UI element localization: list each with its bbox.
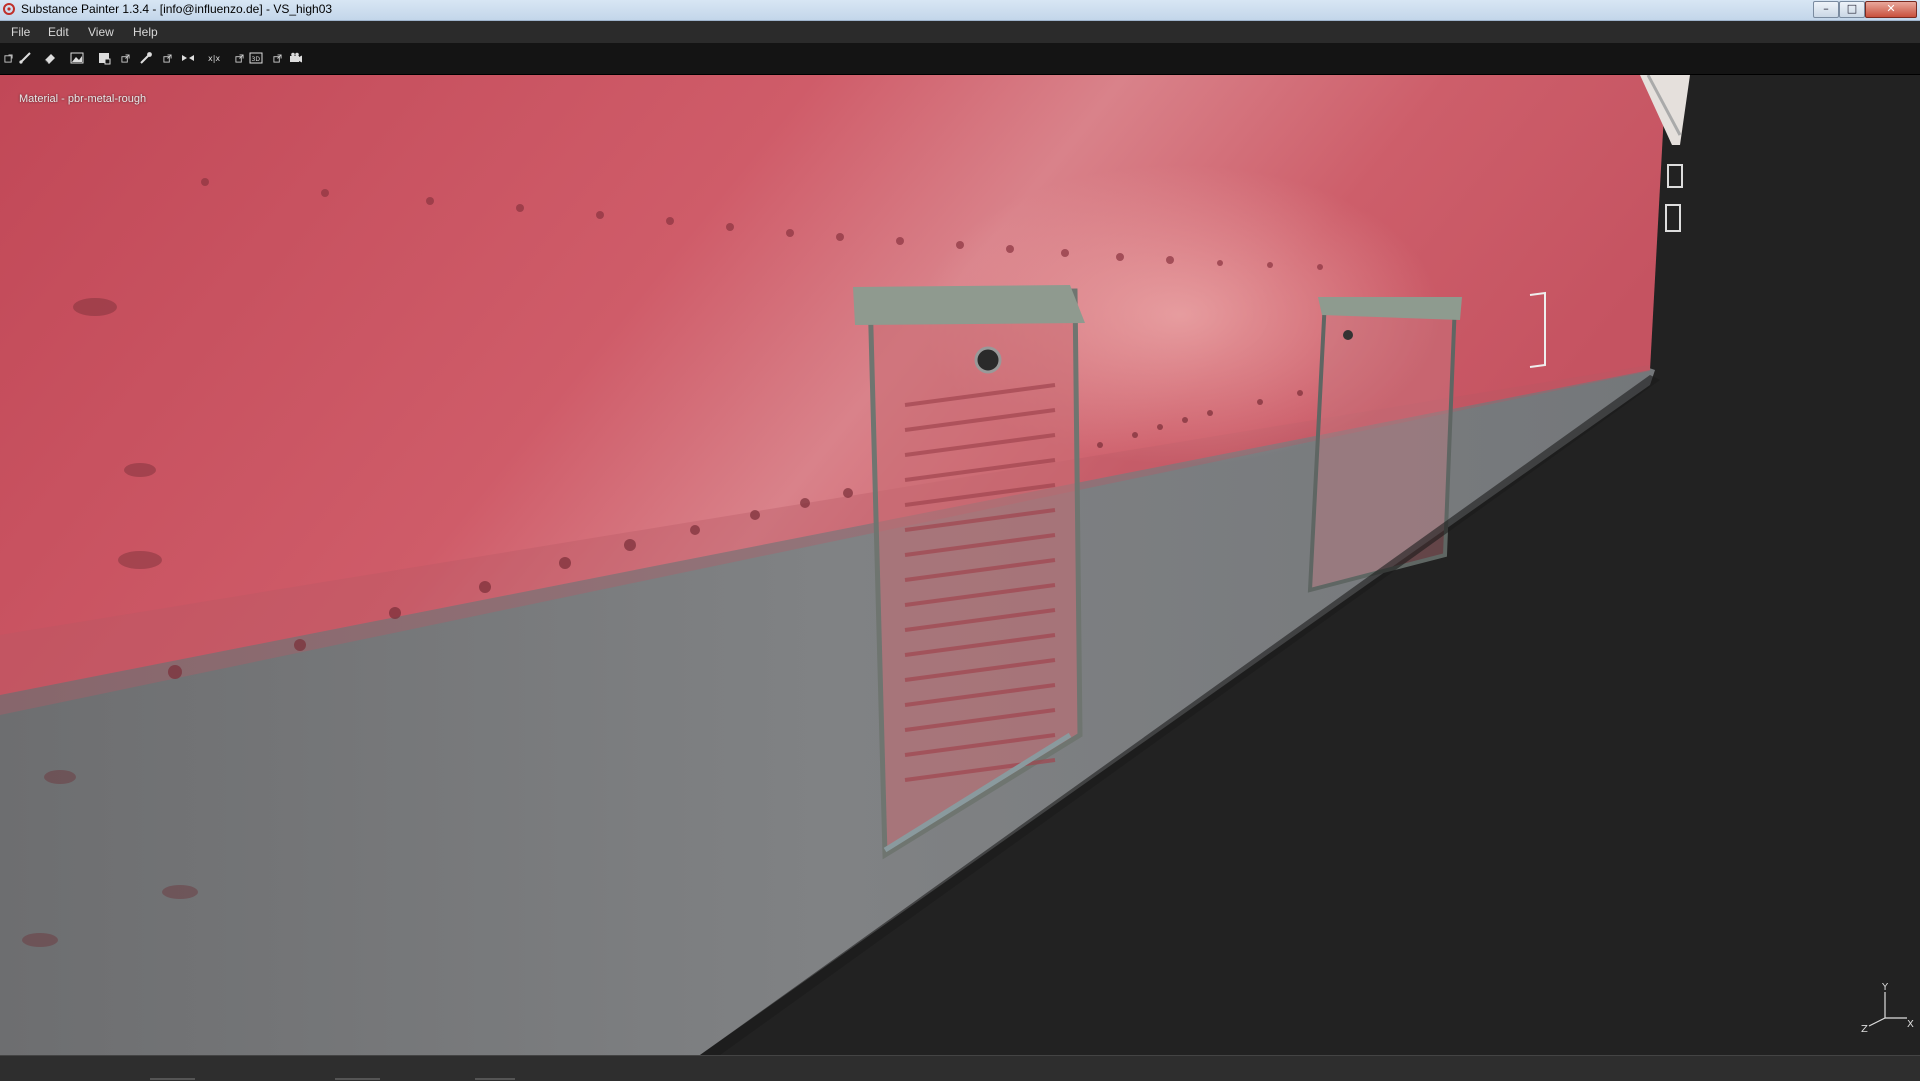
mirror-x-icon[interactable]: x|x: [206, 49, 224, 67]
maximize-button[interactable]: □: [1839, 1, 1865, 18]
view-3d-icon[interactable]: 3D: [247, 49, 265, 67]
window-title: Substance Painter 1.3.4 - [info@influenz…: [21, 2, 333, 16]
minimize-button[interactable]: –: [1813, 1, 1839, 18]
brush-icon[interactable]: [16, 49, 34, 67]
menu-view[interactable]: View: [88, 25, 114, 39]
menu-edit[interactable]: Edit: [48, 25, 69, 39]
material-mode-label: Material - pbr-metal-rough: [19, 93, 147, 105]
menu-file[interactable]: File: [11, 25, 30, 39]
close-button[interactable]: ✕: [1865, 1, 1917, 18]
axis-y-label: Y: [1881, 982, 1889, 993]
svg-text:3D: 3D: [252, 56, 261, 63]
color-picker-icon[interactable]: [137, 49, 155, 67]
eraser-icon[interactable]: [41, 49, 59, 67]
projection-icon[interactable]: [68, 49, 86, 67]
new-layer-icon[interactable]: [3, 49, 13, 67]
symmetry-icon[interactable]: [179, 49, 197, 67]
popout-icon[interactable]: [162, 49, 172, 67]
popout-icon[interactable]: [272, 49, 282, 67]
polygon-fill-icon[interactable]: [95, 49, 113, 67]
tool-bar: x|x 3D: [0, 43, 1920, 75]
popout-icon[interactable]: [234, 49, 244, 67]
menu-help[interactable]: Help: [133, 25, 158, 39]
status-bar: [0, 1055, 1920, 1081]
camera-icon[interactable]: [287, 49, 305, 67]
3d-model-render: [0, 75, 1920, 1055]
popout-icon[interactable]: [120, 49, 130, 67]
3d-viewport[interactable]: Material - pbr-metal-rough Y Z X: [0, 75, 1920, 1055]
svg-text:x|x: x|x: [208, 54, 220, 63]
substance-painter-app-icon: [3, 3, 15, 15]
axis-gizmo-icon: Y Z X: [1861, 982, 1914, 1035]
window-title-bar[interactable]: Substance Painter 1.3.4 - [info@influenz…: [0, 0, 1920, 21]
axis-x-label: X: [1907, 1019, 1914, 1030]
axis-z-label: Z: [1861, 1024, 1868, 1035]
menu-bar: File Edit View Help: [0, 21, 1920, 43]
